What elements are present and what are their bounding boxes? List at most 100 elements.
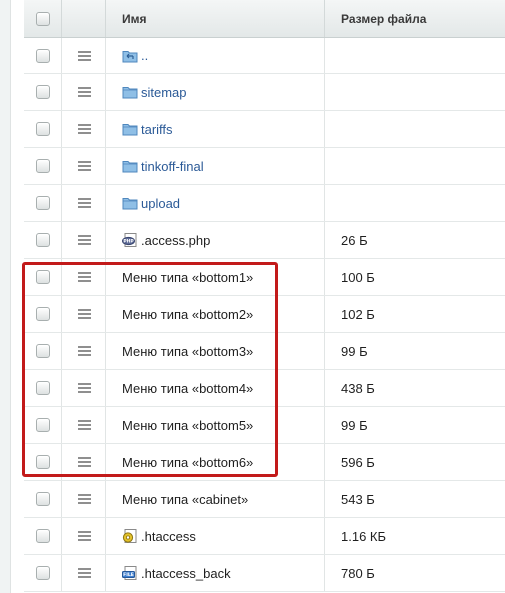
row-checkbox[interactable]: [36, 344, 50, 358]
file-name-wrap[interactable]: PHP .access.php: [122, 222, 210, 258]
row-checkbox[interactable]: [36, 455, 50, 469]
row-checkbox[interactable]: [36, 122, 50, 136]
file-name[interactable]: Меню типа «bottom3»: [122, 344, 253, 359]
table-body: .. sitemap tariffs tinkoff-final upload …: [24, 38, 505, 592]
file-name-wrap[interactable]: tariffs: [122, 111, 173, 147]
file-size: 780 Б: [341, 565, 375, 581]
file-name-wrap[interactable]: tinkoff-final: [122, 148, 204, 184]
file-name-wrap[interactable]: upload: [122, 185, 180, 221]
row-menu-cell: [61, 370, 105, 406]
table-row[interactable]: Меню типа «bottom2» 102 Б: [24, 296, 505, 333]
header-size-cell[interactable]: Размер файла: [324, 0, 505, 37]
table-row[interactable]: Меню типа «bottom4» 438 Б: [24, 370, 505, 407]
row-check-cell: [24, 185, 61, 221]
row-name-cell: tinkoff-final: [105, 148, 324, 184]
hamburger-menu-icon[interactable]: [78, 420, 91, 430]
hamburger-menu-icon[interactable]: [78, 531, 91, 541]
row-size-cell: [324, 74, 505, 110]
row-name-cell: FILE .htaccess_back: [105, 555, 324, 591]
file-name[interactable]: .access.php: [141, 233, 210, 248]
file-name[interactable]: .htaccess_back: [141, 566, 231, 581]
row-menu-cell: [61, 259, 105, 295]
file-name-wrap[interactable]: FILE .htaccess_back: [122, 555, 231, 591]
row-check-cell: [24, 74, 61, 110]
table-row[interactable]: tariffs: [24, 111, 505, 148]
row-checkbox[interactable]: [36, 529, 50, 543]
hamburger-menu-icon[interactable]: [78, 568, 91, 578]
table-row[interactable]: Меню типа «bottom5» 99 Б: [24, 407, 505, 444]
row-size-cell: 99 Б: [324, 407, 505, 443]
row-checkbox[interactable]: [36, 418, 50, 432]
file-name-wrap[interactable]: .htaccess: [122, 518, 196, 554]
file-name-wrap[interactable]: ..: [122, 38, 148, 73]
row-size-cell: 102 Б: [324, 296, 505, 332]
hamburger-menu-icon[interactable]: [78, 124, 91, 134]
file-name-wrap[interactable]: Меню типа «bottom2»: [122, 296, 253, 332]
table-row[interactable]: FILE .htaccess_back 780 Б: [24, 555, 505, 592]
file-name[interactable]: tinkoff-final: [141, 159, 204, 174]
file-size: 26 Б: [341, 232, 368, 248]
row-check-cell: [24, 407, 61, 443]
row-size-cell: 780 Б: [324, 555, 505, 591]
hamburger-menu-icon[interactable]: [78, 457, 91, 467]
file-name-wrap[interactable]: Меню типа «cabinet»: [122, 481, 248, 517]
svg-text:PHP: PHP: [123, 239, 134, 245]
column-header-size[interactable]: Размер файла: [341, 12, 426, 26]
row-checkbox[interactable]: [36, 196, 50, 210]
file-name-wrap[interactable]: Меню типа «bottom4»: [122, 370, 253, 406]
file-name[interactable]: Меню типа «bottom2»: [122, 307, 253, 322]
file-name[interactable]: upload: [141, 196, 180, 211]
header-name-cell[interactable]: Имя: [105, 0, 324, 37]
hamburger-menu-icon[interactable]: [78, 346, 91, 356]
file-name[interactable]: Меню типа «bottom4»: [122, 381, 253, 396]
file-name[interactable]: Меню типа «cabinet»: [122, 492, 248, 507]
file-name[interactable]: Меню типа «bottom6»: [122, 455, 253, 470]
hamburger-menu-icon[interactable]: [78, 235, 91, 245]
file-name-wrap[interactable]: Меню типа «bottom5»: [122, 407, 253, 443]
hamburger-menu-icon[interactable]: [78, 272, 91, 282]
file-size: 100 Б: [341, 269, 375, 285]
table-row[interactable]: ..: [24, 38, 505, 74]
table-row[interactable]: tinkoff-final: [24, 148, 505, 185]
table-row[interactable]: upload: [24, 185, 505, 222]
column-header-name[interactable]: Имя: [122, 12, 147, 26]
table-row[interactable]: Меню типа «cabinet» 543 Б: [24, 481, 505, 518]
table-row[interactable]: sitemap: [24, 74, 505, 111]
row-checkbox[interactable]: [36, 159, 50, 173]
table-row[interactable]: .htaccess 1.16 КБ: [24, 518, 505, 555]
row-checkbox[interactable]: [36, 270, 50, 284]
row-checkbox[interactable]: [36, 381, 50, 395]
row-checkbox[interactable]: [36, 307, 50, 321]
select-all-checkbox[interactable]: [36, 11, 50, 26]
table-row[interactable]: Меню типа «bottom6» 596 Б: [24, 444, 505, 481]
row-checkbox[interactable]: [36, 566, 50, 580]
file-name[interactable]: Меню типа «bottom5»: [122, 418, 253, 433]
file-name-wrap[interactable]: sitemap: [122, 74, 187, 110]
file-name[interactable]: Меню типа «bottom1»: [122, 270, 253, 285]
row-checkbox[interactable]: [36, 492, 50, 506]
hamburger-menu-icon[interactable]: [78, 50, 91, 61]
row-checkbox[interactable]: [36, 233, 50, 247]
row-check-cell: [24, 333, 61, 369]
row-checkbox[interactable]: [36, 85, 50, 99]
row-menu-cell: [61, 518, 105, 554]
table-header: Имя Размер файла: [24, 0, 505, 38]
file-name[interactable]: sitemap: [141, 85, 187, 100]
table-row[interactable]: PHP .access.php 26 Б: [24, 222, 505, 259]
file-name[interactable]: ..: [141, 48, 148, 63]
hamburger-menu-icon[interactable]: [78, 383, 91, 393]
file-name-wrap[interactable]: Меню типа «bottom3»: [122, 333, 253, 369]
hamburger-menu-icon[interactable]: [78, 494, 91, 504]
file-name-wrap[interactable]: Меню типа «bottom1»: [122, 259, 253, 295]
file-name-wrap[interactable]: Меню типа «bottom6»: [122, 444, 253, 480]
row-size-cell: [324, 38, 505, 73]
hamburger-menu-icon[interactable]: [78, 309, 91, 319]
hamburger-menu-icon[interactable]: [78, 198, 91, 208]
row-checkbox[interactable]: [36, 48, 50, 63]
hamburger-menu-icon[interactable]: [78, 87, 91, 97]
table-row[interactable]: Меню типа «bottom1» 100 Б: [24, 259, 505, 296]
file-name[interactable]: tariffs: [141, 122, 173, 137]
hamburger-menu-icon[interactable]: [78, 161, 91, 171]
file-name[interactable]: .htaccess: [141, 529, 196, 544]
table-row[interactable]: Меню типа «bottom3» 99 Б: [24, 333, 505, 370]
